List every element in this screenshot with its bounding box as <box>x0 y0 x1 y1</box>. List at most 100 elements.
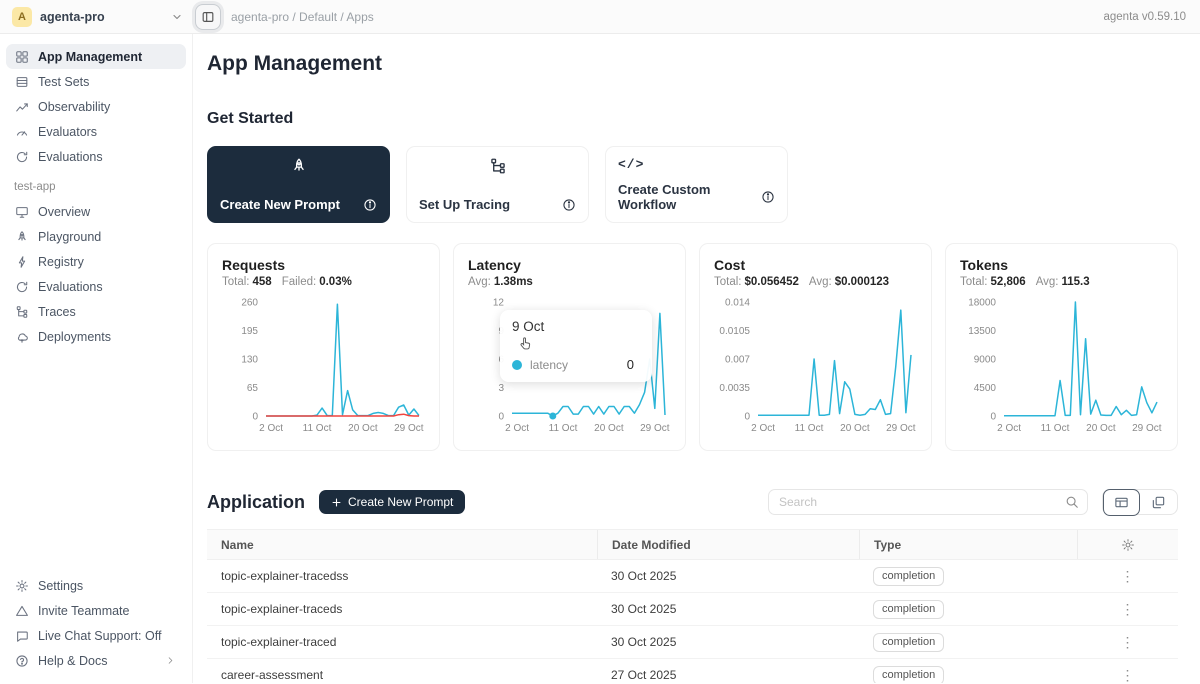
column-header-type[interactable]: Type <box>859 530 1077 559</box>
svg-text:11 Oct: 11 Oct <box>549 423 578 434</box>
svg-text:20 Oct: 20 Oct <box>594 423 624 434</box>
date-modified-cell: 27 Oct 2025 <box>597 668 859 682</box>
sidebar-footer-item-invite-teammate[interactable]: Invite Teammate <box>6 598 186 623</box>
sidebar-item-label: App Management <box>38 50 142 64</box>
sidebar-item-label: Help & Docs <box>38 654 107 668</box>
column-header-date-modified[interactable]: Date Modified <box>597 530 859 559</box>
workspace-switcher[interactable]: A agenta-pro <box>0 7 193 27</box>
svg-text:18000: 18000 <box>968 298 996 309</box>
app-name-cell: career-assessment <box>207 668 597 682</box>
application-title: Application <box>207 492 305 513</box>
table-row[interactable]: topic-explainer-traceds30 Oct 2025comple… <box>207 593 1178 626</box>
application-header: Application Create New Prompt <box>207 489 1178 515</box>
sidebar-app-item-evaluations[interactable]: Evaluations <box>6 274 186 299</box>
sidebar-item-evaluations[interactable]: Evaluations <box>6 144 186 169</box>
column-settings[interactable] <box>1077 530 1178 559</box>
sidebar-app-item-registry[interactable]: Registry <box>6 249 186 274</box>
chart-plot[interactable]: 04500900013500180002 Oct11 Oct20 Oct29 O… <box>960 296 1165 436</box>
table-row[interactable]: topic-explainer-traced30 Oct 2025complet… <box>207 626 1178 659</box>
type-badge: completion <box>873 567 944 586</box>
create-new-prompt-button[interactable]: Create New Prompt <box>319 490 465 514</box>
branch-icon <box>419 157 576 175</box>
table-view-icon <box>1114 495 1129 510</box>
view-toggle <box>1102 489 1178 515</box>
svg-text:2 Oct: 2 Oct <box>259 423 283 434</box>
chart-stats: Total:458Failed:0.03% <box>222 276 425 288</box>
sidebar-item-test-sets[interactable]: Test Sets <box>6 69 186 94</box>
breadcrumb[interactable]: agenta-pro / Default / Apps <box>231 10 1104 24</box>
refresh-icon <box>14 150 29 164</box>
sidebar-app-item-playground[interactable]: Playground <box>6 224 186 249</box>
grid-icon <box>14 50 29 64</box>
panel-icon <box>201 10 215 24</box>
sidebar-footer-item-live-chat-support-off[interactable]: Live Chat Support: Off <box>6 623 186 648</box>
search-box <box>768 489 1088 515</box>
app-name-cell: topic-explainer-traceds <box>207 602 597 616</box>
get-started-card-create-new-prompt[interactable]: Create New Prompt <box>207 146 390 223</box>
rocket-icon <box>14 230 29 244</box>
workspace-name: agenta-pro <box>40 10 163 24</box>
sidebar-item-label: Evaluators <box>38 125 97 139</box>
chart-title: Latency <box>468 257 671 273</box>
triangle-icon <box>14 604 29 618</box>
monitor-icon <box>14 205 29 219</box>
plus-icon <box>331 497 342 508</box>
get-started-card-set-up-tracing[interactable]: Set Up Tracing <box>406 146 589 223</box>
sidebar: App Management Test Sets Observability Eval… <box>0 34 193 683</box>
sidebar-app-item-traces[interactable]: Traces <box>6 299 186 324</box>
column-header-name[interactable]: Name <box>207 538 597 552</box>
code-icon: </> <box>618 157 775 172</box>
chart-icon <box>14 100 29 114</box>
sidebar-item-label: Test Sets <box>38 75 89 89</box>
get-started-card-create-custom-workflow[interactable]: </>Create Custom Workflow <box>605 146 788 223</box>
row-actions-menu[interactable]: ⋮ <box>1121 635 1135 649</box>
chart-card-cost: CostTotal:$0.056452Avg:$0.00012300.00350… <box>699 243 932 451</box>
row-actions-menu[interactable]: ⋮ <box>1121 602 1135 616</box>
chart-title: Requests <box>222 257 425 273</box>
chart-card-latency: LatencyAvg:1.38ms0369122 Oct11 Oct20 Oct… <box>453 243 686 451</box>
sidebar-item-label: Evaluations <box>38 280 103 294</box>
sidebar-footer-item-help-docs[interactable]: Help & Docs <box>6 648 186 673</box>
refresh-icon <box>14 280 29 294</box>
sidebar-app-items: OverviewPlaygroundRegistry Evaluations Tra… <box>6 199 186 349</box>
row-actions-menu[interactable]: ⋮ <box>1121 569 1135 583</box>
sidebar-item-evaluators[interactable]: Evaluators <box>6 119 186 144</box>
card-view-button[interactable] <box>1140 489 1177 515</box>
chart-plot[interactable]: 00.00350.0070.01050.0142 Oct11 Oct20 Oct… <box>714 296 919 436</box>
svg-text:0.0035: 0.0035 <box>719 383 750 394</box>
svg-text:0.014: 0.014 <box>725 298 750 309</box>
svg-text:29 Oct: 29 Oct <box>394 423 424 434</box>
sidebar-item-app-management[interactable]: App Management <box>6 44 186 69</box>
chat-icon <box>14 629 29 643</box>
table-row[interactable]: career-assessment27 Oct 2025completion⋮ <box>207 659 1178 683</box>
type-cell: completion <box>859 633 1077 652</box>
chart-cards-row: Requests Total:458Failed:0.03% 06513019526… <box>207 243 1178 451</box>
bolt-icon <box>14 255 29 269</box>
tooltip-value: 0 <box>627 357 640 372</box>
sidebar-item-observability[interactable]: Observability <box>6 94 186 119</box>
sidebar-footer-items: Settings Invite TeammateLive Chat Support… <box>6 573 186 677</box>
chevron-down-icon[interactable] <box>171 11 183 23</box>
svg-text:2 Oct: 2 Oct <box>505 423 529 434</box>
sidebar-app-item-overview[interactable]: Overview <box>6 199 186 224</box>
date-modified-cell: 30 Oct 2025 <box>597 635 859 649</box>
table-view-button[interactable] <box>1103 489 1140 516</box>
svg-text:3: 3 <box>498 383 504 394</box>
search-input[interactable] <box>779 495 1065 509</box>
chart-title: Cost <box>714 257 917 273</box>
sidebar-app-item-deployments[interactable]: Deployments <box>6 324 186 349</box>
chart-plot[interactable]: 0651301952602 Oct11 Oct20 Oct29 Oct <box>222 296 427 436</box>
search-icon[interactable] <box>1065 495 1079 509</box>
svg-text:195: 195 <box>241 326 258 337</box>
svg-text:13500: 13500 <box>968 326 996 337</box>
row-actions-menu[interactable]: ⋮ <box>1121 668 1135 682</box>
app-name-cell: topic-explainer-tracedss <box>207 569 597 583</box>
table-row[interactable]: topic-explainer-tracedss30 Oct 2025compl… <box>207 560 1178 593</box>
sidebar-toggle-button[interactable] <box>195 4 221 30</box>
rows-icon <box>14 75 29 89</box>
table-body: topic-explainer-tracedss30 Oct 2025compl… <box>207 560 1178 683</box>
sidebar-footer-item-settings[interactable]: Settings <box>6 573 186 598</box>
gauge-icon <box>14 125 29 139</box>
sidebar-item-label: Settings <box>38 579 83 593</box>
gear-icon <box>1121 538 1135 552</box>
